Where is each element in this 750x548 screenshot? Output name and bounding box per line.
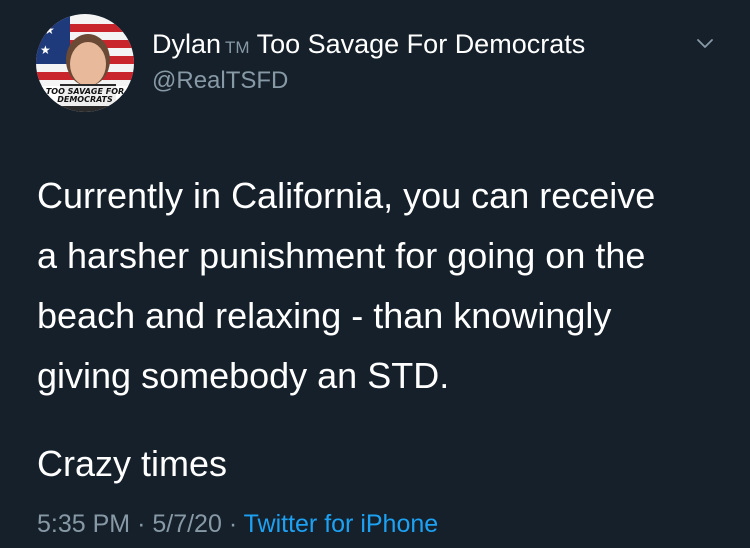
tweet-source-link[interactable]: Twitter for iPhone	[244, 510, 439, 538]
display-name-suffix: Too Savage For Democrats	[256, 29, 586, 59]
avatar-caption-line2: DEMOCRATS	[57, 95, 113, 104]
svg-text:★: ★	[40, 43, 51, 57]
tweet-paragraph-2: Crazy times	[37, 443, 228, 484]
display-name-first: Dylan	[152, 29, 222, 59]
tweet: ★ ★ TOO SAVAGE FOR DEMOCRATS Dylan TM Too …	[0, 0, 750, 548]
svg-text:★: ★	[44, 23, 55, 37]
tweet-meta: 5:35 PM · 5/7/20 · Twitter for iPhone	[37, 509, 438, 539]
tweet-date[interactable]: 5/7/20	[152, 510, 222, 538]
user-handle[interactable]: @RealTSFD	[152, 66, 288, 96]
tweet-line: a harsher punishment for going on the	[37, 235, 646, 276]
display-name[interactable]: Dylan TM Too Savage For Democrats	[152, 28, 585, 64]
tweet-text: Currently in California, you can receive…	[37, 166, 727, 494]
meta-separator: ·	[228, 510, 238, 538]
chevron-down-icon[interactable]	[694, 36, 716, 52]
tweet-line: beach and relaxing - than knowingly	[37, 295, 612, 336]
trademark-label: TM	[225, 38, 250, 57]
tweet-time[interactable]: 5:35 PM	[37, 510, 130, 538]
tweet-paragraph: Currently in California, you can receive…	[37, 166, 727, 406]
tweet-line: Currently in California, you can receive	[37, 175, 656, 216]
tweet-line: giving somebody an STD.	[37, 355, 450, 396]
avatar[interactable]: ★ ★ TOO SAVAGE FOR DEMOCRATS	[36, 14, 134, 112]
meta-separator: ·	[137, 510, 146, 538]
